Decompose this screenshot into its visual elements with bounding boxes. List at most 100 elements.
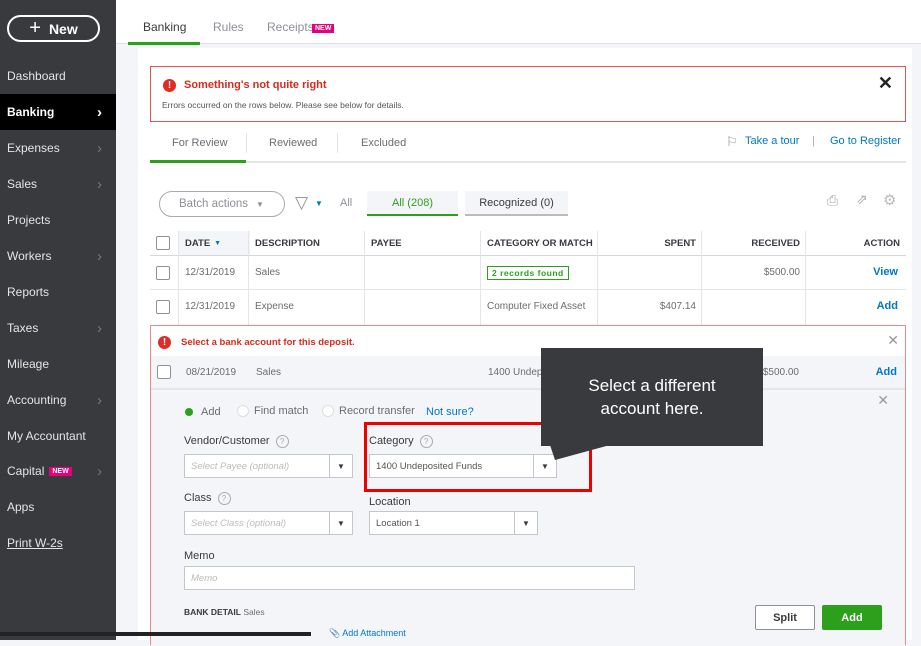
row-checkbox[interactable] bbox=[156, 266, 170, 280]
memo-label: Memo bbox=[184, 550, 215, 562]
sidebar-item-label: Sales bbox=[7, 177, 38, 191]
settings-gear-icon[interactable]: ⚙ bbox=[883, 191, 896, 209]
tab-for-review[interactable]: For Review bbox=[172, 137, 228, 149]
sidebar-item-projects[interactable]: Projects bbox=[0, 202, 116, 238]
add-transaction-button[interactable]: Add bbox=[822, 605, 882, 630]
new-badge: NEW bbox=[49, 466, 72, 476]
select-all-checkbox[interactable] bbox=[156, 236, 170, 250]
sidebar-item-taxes[interactable]: Taxes › bbox=[0, 310, 116, 346]
radio-transfer-label: Record transfer bbox=[339, 405, 415, 417]
help-icon[interactable]: ? bbox=[275, 435, 289, 448]
print-icon[interactable]: ⎙ bbox=[827, 192, 838, 209]
radio-record-transfer[interactable]: Record transfer bbox=[322, 405, 415, 418]
sidebar-item-apps[interactable]: Apps bbox=[0, 489, 116, 525]
sidebar-item-capital[interactable]: Capital NEW › bbox=[0, 453, 116, 489]
memo-input[interactable]: Memo bbox=[184, 566, 635, 590]
sidebar-item-expenses[interactable]: Expenses › bbox=[0, 130, 116, 166]
tab-all[interactable]: All (208) bbox=[367, 191, 458, 216]
radio-add-label: Add bbox=[201, 406, 221, 418]
close-icon[interactable]: ✕ bbox=[878, 73, 893, 94]
chevron-right-icon: › bbox=[97, 319, 102, 337]
error-row-message: Select a bank account for this deposit. bbox=[181, 337, 355, 348]
sidebar-item-label: Dashboard bbox=[7, 69, 66, 83]
new-button[interactable]: + New bbox=[7, 15, 100, 42]
caret-down-icon[interactable]: ▼ bbox=[329, 512, 352, 534]
add-form: ✕ Add Find match Record transfer Not sur… bbox=[151, 390, 905, 646]
col-payee: PAYEE bbox=[371, 237, 402, 249]
view-button[interactable]: View bbox=[873, 266, 898, 278]
radio-selected-icon bbox=[185, 408, 193, 417]
callout-tooltip: Select a different account here. bbox=[541, 348, 763, 446]
vendor-customer-select[interactable]: Select Payee (optional) ▼ bbox=[184, 454, 353, 478]
tab-underline bbox=[128, 42, 200, 45]
subtab-underline bbox=[150, 160, 246, 163]
error-icon: ! bbox=[163, 79, 176, 92]
radio-find-match[interactable]: Find match bbox=[237, 405, 308, 418]
sidebar-item-banking[interactable]: Banking › bbox=[0, 94, 116, 130]
filter-icon[interactable]: ▽ bbox=[295, 193, 308, 213]
radio-add[interactable]: Add bbox=[185, 406, 221, 418]
add-button[interactable]: Add bbox=[877, 300, 898, 312]
error-title: Something's not quite right bbox=[184, 79, 327, 91]
top-tabs: Banking Rules Receipts NEW bbox=[116, 0, 921, 45]
table-row[interactable]: 08/21/2019 Sales 1400 Undeposited Funds … bbox=[151, 356, 905, 390]
go-to-register-link[interactable]: Go to Register bbox=[830, 135, 901, 147]
sidebar: + New Dashboard Banking › Expenses › Sales › Pro… bbox=[0, 0, 116, 640]
radio-icon bbox=[237, 405, 249, 418]
tab-rules[interactable]: Rules bbox=[213, 20, 244, 34]
take-tour-link[interactable]: Take a tour bbox=[745, 135, 799, 147]
close-icon[interactable]: ✕ bbox=[877, 392, 889, 409]
row-date: 08/21/2019 bbox=[186, 367, 237, 378]
table-row[interactable]: 12/31/2019 Sales 2 records found $500.00… bbox=[150, 256, 906, 290]
chevron-right-icon: › bbox=[97, 247, 102, 265]
caret-down-icon[interactable]: ▼ bbox=[514, 512, 537, 534]
row-checkbox[interactable] bbox=[157, 365, 171, 379]
tab-recognized[interactable]: Recognized (0) bbox=[465, 191, 568, 216]
plus-icon: + bbox=[29, 17, 41, 39]
sidebar-item-sales[interactable]: Sales › bbox=[0, 166, 116, 202]
caret-down-icon: ▼ bbox=[256, 199, 264, 209]
sidebar-item-print-w-2s[interactable]: Print W-2s bbox=[0, 525, 116, 561]
records-found-badge[interactable]: 2 records found bbox=[487, 266, 569, 280]
sidebar-item-label: Taxes bbox=[7, 321, 39, 335]
export-icon[interactable]: ⇗ bbox=[856, 191, 868, 208]
location-select[interactable]: Location 1 ▼ bbox=[369, 511, 538, 535]
sidebar-item-workers[interactable]: Workers › bbox=[0, 238, 116, 274]
add-button[interactable]: Add bbox=[876, 366, 897, 378]
not-sure-link[interactable]: Not sure? bbox=[426, 406, 474, 418]
caret-down-icon[interactable]: ▼ bbox=[329, 455, 352, 477]
sidebar-item-accounting[interactable]: Accounting › bbox=[0, 382, 116, 418]
sidebar-item-reports[interactable]: Reports bbox=[0, 274, 116, 310]
memo-placeholder: Memo bbox=[191, 572, 218, 584]
batch-actions-button[interactable]: Batch actions ▼ bbox=[159, 191, 285, 217]
sidebar-item-dashboard[interactable]: Dashboard bbox=[0, 58, 116, 94]
add-attachment-link[interactable]: 📎 Add Attachment bbox=[329, 628, 406, 639]
col-date[interactable]: DATE ▼ bbox=[185, 231, 221, 255]
tab-receipts[interactable]: Receipts bbox=[267, 20, 314, 34]
sidebar-item-my-accountant[interactable]: My Accountant bbox=[0, 418, 116, 454]
sidebar-item-mileage[interactable]: Mileage bbox=[0, 346, 116, 382]
sidebar-item-label: Apps bbox=[7, 500, 35, 514]
class-select[interactable]: Select Class (optional) ▼ bbox=[184, 511, 353, 535]
divider bbox=[337, 133, 338, 153]
tab-banking[interactable]: Banking bbox=[143, 20, 186, 34]
sidebar-item-label: Print W-2s bbox=[7, 536, 63, 550]
split-button[interactable]: Split bbox=[755, 605, 815, 630]
row-date: 12/31/2019 bbox=[185, 267, 236, 278]
tab-reviewed[interactable]: Reviewed bbox=[269, 137, 317, 149]
close-icon[interactable]: ✕ bbox=[887, 332, 899, 349]
filter-all-label: All bbox=[340, 197, 353, 209]
bank-detail-label: BANK DETAIL bbox=[184, 607, 241, 617]
row-description: Expense bbox=[255, 301, 294, 312]
chevron-right-icon: › bbox=[97, 139, 102, 157]
row-checkbox[interactable] bbox=[156, 300, 170, 314]
help-icon[interactable]: ? bbox=[217, 492, 231, 505]
row-received: $500.00 bbox=[762, 367, 799, 378]
scrollbar[interactable] bbox=[0, 632, 311, 636]
table-row[interactable]: 12/31/2019 Expense Computer Fixed Asset … bbox=[150, 290, 906, 324]
sidebar-item-label: Mileage bbox=[7, 357, 50, 371]
bank-detail-value: Sales bbox=[243, 607, 265, 617]
caret-down-icon[interactable]: ▼ bbox=[315, 199, 323, 208]
tab-excluded[interactable]: Excluded bbox=[361, 137, 406, 149]
sidebar-item-label: Projects bbox=[7, 213, 51, 227]
